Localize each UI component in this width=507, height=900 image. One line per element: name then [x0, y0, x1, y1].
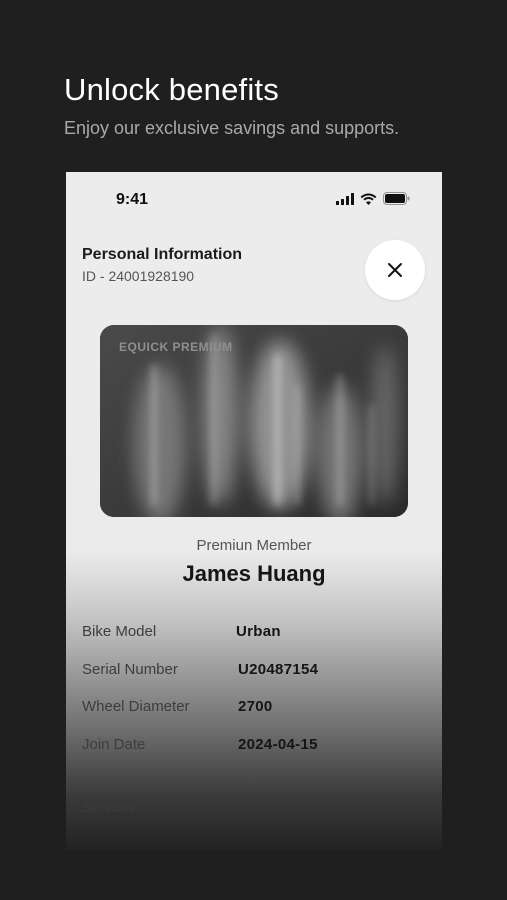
phone-screen: 9:41 Personal Information ID - 240019281… [66, 172, 442, 850]
wheel-diameter-label: Wheel Diameter [82, 698, 190, 715]
battery-icon [383, 192, 410, 205]
join-date-label: Join Date [82, 736, 146, 753]
personal-information-title: Personal Information [82, 246, 243, 263]
services-label: Services [82, 799, 136, 815]
close-icon [388, 263, 402, 277]
member-name: James Huang [182, 561, 326, 586]
hero-subtitle: Enjoy our exclusive savings and supports… [64, 118, 400, 138]
status-icons [336, 192, 410, 205]
join-date-value: 2024-04-15 [238, 736, 318, 753]
hero-title: Unlock benefits [64, 72, 279, 107]
membership-card[interactable]: EQUICK PREMIUM [100, 325, 408, 517]
wheel-diameter-value: 2700 [238, 698, 273, 715]
serial-number-label: Serial Number [82, 661, 178, 678]
member-tier: Premiun Member [196, 537, 312, 554]
status-time: 9:41 [116, 191, 149, 208]
wifi-icon [360, 193, 377, 205]
serial-number-value: U20487154 [238, 661, 319, 678]
card-brand: EQUICK PREMIUM [119, 340, 233, 354]
cellular-signal-icon [336, 192, 354, 205]
bike-model-label: Bike Model [82, 623, 157, 640]
bike-model-value: Urban [236, 623, 281, 640]
close-button[interactable] [365, 240, 425, 300]
member-id: ID - 24001928190 [82, 268, 195, 284]
